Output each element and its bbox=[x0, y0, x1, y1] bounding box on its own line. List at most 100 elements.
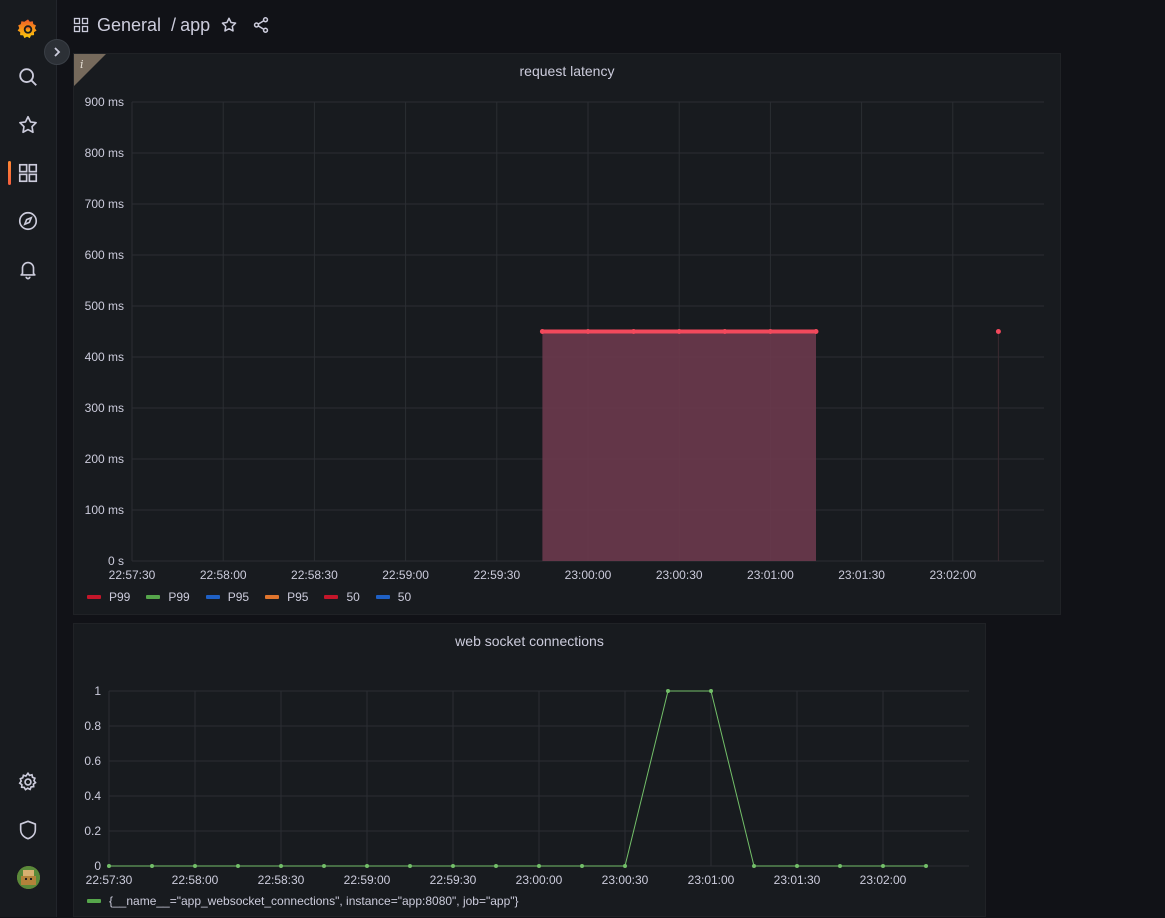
data-point bbox=[580, 864, 584, 868]
x-tick-label: 23:02:00 bbox=[860, 873, 907, 887]
request-latency-panel: i request latency 900 ms 800 ms 700 ms 600 … bbox=[73, 53, 1061, 615]
y-tick-label: 300 ms bbox=[85, 401, 124, 415]
latency-chart: 900 ms 800 ms 700 ms 600 ms 500 ms 400 ms 300 … bbox=[85, 95, 1044, 582]
legend-swatch bbox=[375, 595, 390, 599]
x-tick-label: 22:59:30 bbox=[430, 873, 477, 887]
dashboards-icon[interactable] bbox=[14, 159, 42, 187]
expand-sidebar-button[interactable] bbox=[44, 39, 70, 65]
x-tick-label: 23:00:30 bbox=[602, 873, 649, 887]
dashboard-title[interactable]: app bbox=[180, 15, 210, 36]
avatar[interactable] bbox=[17, 866, 40, 889]
data-point bbox=[408, 864, 412, 868]
legend-swatch bbox=[87, 899, 101, 903]
x-tick-label: 22:59:00 bbox=[382, 568, 429, 582]
legend-item[interactable]: {__name__="app_websocket_connections", i… bbox=[87, 894, 519, 908]
data-point bbox=[709, 689, 713, 693]
data-point bbox=[838, 864, 842, 868]
data-point bbox=[451, 864, 455, 868]
dashboards-grid-icon bbox=[73, 17, 89, 33]
data-point bbox=[537, 864, 541, 868]
y-tick-label: 100 ms bbox=[85, 503, 124, 517]
explore-icon[interactable] bbox=[14, 207, 42, 235]
data-point bbox=[752, 864, 756, 868]
connections-chart: 1 0.8 0.6 0.4 0.2 022:57:30 22:58:00 22:58:30 22… bbox=[84, 684, 969, 887]
x-tick-label: 22:59:30 bbox=[473, 568, 520, 582]
y-tick-label: 500 ms bbox=[85, 299, 124, 313]
breadcrumb-separator: / bbox=[171, 14, 177, 35]
data-point bbox=[365, 864, 369, 868]
data-point bbox=[322, 864, 326, 868]
legend-item[interactable]: 50 bbox=[375, 590, 412, 604]
data-point bbox=[767, 329, 773, 334]
data-point bbox=[107, 864, 111, 868]
y-tick-label: 800 ms bbox=[85, 146, 124, 160]
x-tick-label: 22:59:00 bbox=[344, 873, 391, 887]
legend-swatch bbox=[324, 595, 339, 599]
y-tick-label: 0 s bbox=[108, 554, 124, 568]
x-tick-label: 23:00:00 bbox=[516, 873, 563, 887]
data-point bbox=[539, 329, 545, 334]
sidebar bbox=[0, 0, 57, 917]
legend-label: 50 bbox=[397, 590, 412, 604]
y-tick-label: 700 ms bbox=[85, 197, 124, 211]
x-tick-label: 23:01:30 bbox=[774, 873, 821, 887]
x-tick-label: 22:58:00 bbox=[200, 568, 247, 582]
search-icon[interactable] bbox=[14, 63, 42, 91]
legend-item[interactable]: P95 bbox=[205, 590, 250, 604]
star-dashboard-button[interactable] bbox=[220, 16, 238, 34]
chart-legend: P99 P99 P95 P95 50 50 bbox=[87, 590, 427, 604]
legend-item[interactable]: P99 bbox=[146, 590, 190, 604]
y-tick-label: 1 bbox=[94, 684, 101, 698]
legend-item[interactable]: P95 bbox=[265, 590, 308, 604]
legend-label: P95 bbox=[227, 590, 250, 604]
share-dashboard-button[interactable] bbox=[252, 16, 270, 34]
data-point bbox=[236, 864, 240, 868]
breadcrumb: General / app bbox=[73, 15, 210, 36]
alerting-icon[interactable] bbox=[14, 255, 42, 283]
data-point bbox=[150, 864, 154, 868]
data-point bbox=[666, 689, 670, 693]
x-tick-label: 23:00:00 bbox=[565, 568, 612, 582]
server-admin-icon[interactable] bbox=[14, 816, 42, 844]
legend-swatch bbox=[146, 595, 161, 599]
starred-icon[interactable] bbox=[14, 111, 42, 139]
data-point bbox=[924, 864, 928, 868]
x-tick-label: 23:01:30 bbox=[838, 568, 885, 582]
x-tick-label: 22:58:30 bbox=[258, 873, 305, 887]
data-point bbox=[795, 864, 799, 868]
legend-label: 50 bbox=[346, 590, 360, 604]
y-tick-label: 400 ms bbox=[85, 350, 124, 364]
data-point bbox=[623, 864, 627, 868]
data-point bbox=[995, 329, 1001, 334]
data-point bbox=[631, 329, 637, 334]
y-tick-label: 600 ms bbox=[85, 248, 124, 262]
chart-legend: {__name__="app_websocket_connections", i… bbox=[87, 894, 535, 908]
active-indicator bbox=[8, 161, 11, 185]
x-tick-label: 23:01:00 bbox=[688, 873, 735, 887]
series-area bbox=[542, 331, 816, 561]
series-line bbox=[109, 690, 926, 867]
grafana-logo-icon[interactable] bbox=[14, 15, 42, 43]
data-point bbox=[881, 864, 885, 868]
configuration-icon[interactable] bbox=[14, 768, 42, 796]
legend-swatch bbox=[265, 595, 280, 599]
data-point bbox=[676, 329, 682, 334]
web-socket-connections-panel: web socket connections 1 0.8 0.6 0.4 0.2 0 22:… bbox=[73, 623, 986, 917]
y-tick-label: 0.4 bbox=[84, 789, 101, 803]
data-point bbox=[813, 329, 819, 334]
data-point bbox=[585, 329, 591, 334]
legend-item[interactable]: P99 bbox=[87, 590, 130, 604]
y-tick-label: 0.6 bbox=[84, 754, 101, 768]
data-point bbox=[494, 864, 498, 868]
y-tick-label: 900 ms bbox=[85, 95, 124, 109]
x-tick-label: 22:57:30 bbox=[86, 873, 133, 887]
y-tick-label: 0.8 bbox=[84, 719, 101, 733]
legend-label: P95 bbox=[287, 590, 309, 604]
legend-swatch bbox=[205, 595, 220, 599]
x-tick-label: 22:58:30 bbox=[291, 568, 338, 582]
legend-item[interactable]: 50 bbox=[324, 590, 360, 604]
x-tick-label: 23:01:00 bbox=[747, 568, 794, 582]
folder-link[interactable]: General bbox=[97, 15, 161, 36]
legend-label: P99 bbox=[168, 590, 190, 604]
y-tick-label: 0.2 bbox=[84, 824, 101, 838]
